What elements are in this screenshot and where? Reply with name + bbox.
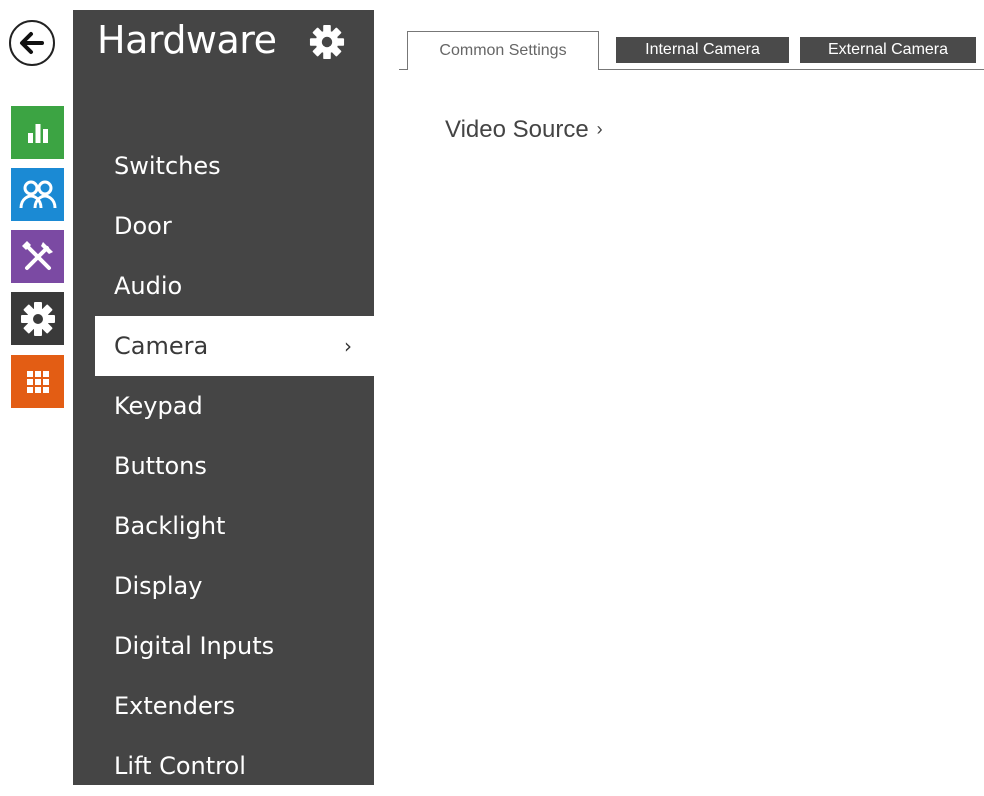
tab-internal-camera[interactable]: Internal Camera (616, 37, 789, 63)
sidebar-item-audio[interactable]: Audio (95, 256, 374, 316)
sidebar: Hardware Switches Door Audio Camera › Ke… (73, 10, 374, 785)
sidebar-item-switches[interactable]: Switches (95, 136, 374, 196)
sidebar-menu: Switches Door Audio Camera › Keypad Butt… (95, 136, 374, 796)
back-button[interactable] (9, 20, 55, 66)
gear-icon[interactable] (309, 24, 345, 60)
bar-chart-icon (27, 123, 48, 143)
system-tile[interactable] (11, 292, 64, 345)
hardware-tile[interactable] (11, 230, 64, 283)
sidebar-title: Hardware (97, 18, 277, 62)
sidebar-item-label: Camera (114, 332, 209, 360)
tools-icon (21, 240, 53, 270)
icon-rail (0, 0, 73, 785)
tab-bar: Common Settings Internal Camera External… (399, 31, 984, 71)
sidebar-item-display[interactable]: Display (95, 556, 374, 616)
sidebar-item-lift-control[interactable]: Lift Control (95, 736, 374, 796)
status-tile[interactable] (11, 106, 64, 159)
tab-common-settings[interactable]: Common Settings (407, 31, 599, 70)
sidebar-item-backlight[interactable]: Backlight (95, 496, 374, 556)
users-icon (19, 180, 56, 208)
arrow-left-icon (20, 32, 44, 54)
directory-tile[interactable] (11, 168, 64, 221)
tab-external-camera[interactable]: External Camera (800, 37, 976, 63)
section-link-label: Video Source (445, 116, 589, 143)
chevron-right-icon: › (344, 334, 352, 358)
sidebar-item-keypad[interactable]: Keypad (95, 376, 374, 436)
sidebar-item-camera[interactable]: Camera › (95, 316, 374, 376)
sidebar-item-door[interactable]: Door (95, 196, 374, 256)
video-source-link[interactable]: Video Source › (445, 116, 603, 144)
grid-icon (26, 370, 49, 393)
sidebar-item-extenders[interactable]: Extenders (95, 676, 374, 736)
services-tile[interactable] (11, 355, 64, 408)
sidebar-item-buttons[interactable]: Buttons (95, 436, 374, 496)
chevron-right-icon: › (596, 119, 603, 139)
sidebar-item-digital-inputs[interactable]: Digital Inputs (95, 616, 374, 676)
gear-icon (20, 301, 55, 336)
